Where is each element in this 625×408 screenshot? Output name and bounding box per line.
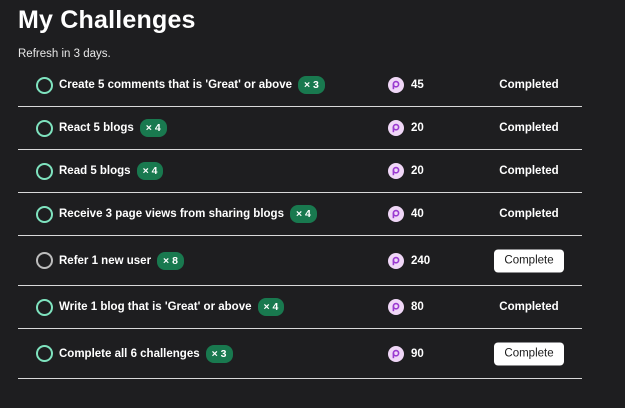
multiplier-badge: × 4	[289, 205, 317, 223]
status-circle-icon	[36, 162, 53, 180]
points-value: 20	[411, 165, 424, 177]
reward: 40	[388, 206, 424, 222]
challenge-name: Receive 3 page views from sharing blogs	[59, 208, 284, 220]
challenge-name-group: Receive 3 page views from sharing blogs ×…	[59, 205, 317, 223]
status-circle-icon	[36, 205, 53, 223]
points-value: 40	[411, 208, 424, 220]
points-coin-icon	[388, 163, 404, 179]
status-circle-icon	[36, 252, 53, 269]
status-circle-icon	[36, 119, 53, 137]
status-circle-icon	[36, 298, 53, 316]
reward: 80	[388, 299, 424, 315]
status-label: Completed	[499, 79, 559, 91]
challenge-name: Read 5 blogs	[59, 165, 131, 177]
points-coin-icon	[388, 206, 404, 222]
complete-button[interactable]: Complete	[494, 249, 564, 272]
challenge-name-group: Write 1 blog that is 'Great' or above × 4	[59, 298, 285, 316]
challenge-row: Refer 1 new user × 8 240 Complete	[18, 236, 582, 286]
status-circle-icon	[36, 76, 53, 94]
reward: 240	[388, 252, 431, 269]
points-coin-icon	[388, 77, 404, 93]
points-coin-icon	[388, 345, 404, 362]
status-label: Completed	[499, 165, 559, 177]
challenge-row: Receive 3 page views from sharing blogs ×…	[18, 193, 582, 236]
status-label: Completed	[499, 301, 559, 313]
reward: 20	[388, 120, 424, 136]
challenge-name: React 5 blogs	[59, 122, 134, 134]
challenges-page: My Challenges Refresh in 3 days. Create …	[0, 0, 625, 408]
challenge-name-group: Complete all 6 challenges × 3	[59, 344, 233, 363]
points-value: 240	[411, 254, 431, 267]
status-circle-icon	[36, 345, 53, 362]
challenge-row: Write 1 blog that is 'Great' or above × 4…	[18, 286, 582, 329]
challenge-name: Create 5 comments that is 'Great' or abo…	[59, 79, 292, 91]
reward: 20	[388, 163, 424, 179]
challenge-name-group: Create 5 comments that is 'Great' or abo…	[59, 76, 325, 94]
multiplier-badge: × 3	[205, 344, 233, 363]
challenge-name-group: Read 5 blogs × 4	[59, 162, 164, 180]
points-value: 80	[411, 301, 424, 313]
challenge-list: Create 5 comments that is 'Great' or abo…	[18, 64, 582, 379]
multiplier-badge: × 4	[257, 298, 285, 316]
complete-button[interactable]: Complete	[494, 342, 564, 365]
page-title: My Challenges	[18, 6, 196, 34]
points-coin-icon	[388, 120, 404, 136]
multiplier-badge: × 3	[298, 76, 325, 94]
points-value: 90	[411, 347, 424, 360]
points-value: 20	[411, 122, 424, 134]
status-label: Completed	[499, 122, 559, 134]
points-coin-icon	[388, 299, 404, 315]
multiplier-badge: × 4	[136, 162, 164, 180]
refresh-notice: Refresh in 3 days.	[18, 48, 111, 60]
points-value: 45	[411, 79, 424, 91]
challenge-name: Refer 1 new user	[59, 254, 152, 267]
multiplier-badge: × 4	[139, 119, 167, 137]
challenge-row: Create 5 comments that is 'Great' or abo…	[18, 64, 582, 107]
challenge-row: Read 5 blogs × 4 20 Completed	[18, 150, 582, 193]
status-label: Completed	[499, 208, 559, 220]
challenge-name: Complete all 6 challenges	[59, 347, 200, 360]
challenge-row: Complete all 6 challenges × 3 90 Complete	[18, 329, 582, 379]
challenge-name: Write 1 blog that is 'Great' or above	[59, 301, 252, 313]
challenge-name-group: Refer 1 new user × 8	[59, 251, 184, 270]
reward: 90	[388, 345, 424, 362]
multiplier-badge: × 8	[157, 251, 184, 270]
challenge-name-group: React 5 blogs × 4	[59, 119, 167, 137]
reward: 45	[388, 77, 424, 93]
challenge-row: React 5 blogs × 4 20 Completed	[18, 107, 582, 150]
points-coin-icon	[388, 252, 404, 269]
